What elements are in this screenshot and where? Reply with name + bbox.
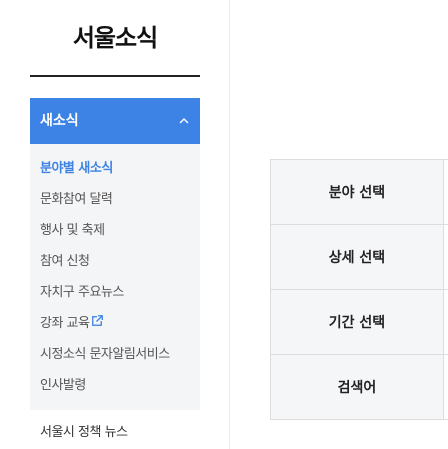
menu-header-label: 새소식 — [40, 113, 79, 129]
keyword-label: 검색어 — [270, 354, 444, 420]
external-link-icon — [92, 312, 104, 334]
submenu-item-district-news[interactable]: 자치구 주요뉴스 — [30, 282, 200, 313]
submenu-item-label: 행사 및 축제 — [40, 223, 105, 238]
detail-select-label: 상세 선택 — [270, 224, 444, 290]
period-select-label: 기간 선택 — [270, 289, 444, 355]
search-row-period: 기간 선택 — [270, 289, 448, 355]
search-form-table: 분야 선택 상세 선택 기간 선택 검색어 — [270, 159, 448, 420]
left-navigation: 서울소식 새소식 분야별 새소식 문화참여 달력 행사 및 축제 참여 신청 자… — [30, 0, 200, 449]
keyword-input-cell[interactable] — [443, 354, 448, 420]
page: 서울소식 새소식 분야별 새소식 문화참여 달력 행사 및 축제 참여 신청 자… — [0, 0, 448, 449]
submenu-item-label: 강좌 교육 — [40, 316, 90, 331]
submenu-item-label: 참여 신청 — [40, 254, 90, 269]
period-select-cell[interactable] — [443, 289, 448, 355]
menu-item-label: 서울시 정책 뉴스 — [40, 425, 128, 440]
search-row-field: 분야 선택 — [270, 159, 448, 225]
menu-item-policy-news[interactable]: 서울시 정책 뉴스 — [30, 410, 200, 449]
search-row-detail: 상세 선택 — [270, 224, 448, 290]
submenu-item-events-festivals[interactable]: 행사 및 축제 — [30, 220, 200, 251]
menu-header-news[interactable]: 새소식 — [30, 98, 200, 144]
submenu-item-participation[interactable]: 참여 신청 — [30, 251, 200, 282]
search-row-keyword: 검색어 — [270, 354, 448, 420]
submenu-item-label: 분야별 새소식 — [40, 161, 113, 176]
submenu-item-field-news[interactable]: 분야별 새소식 — [30, 158, 200, 189]
chevron-up-icon — [178, 98, 190, 144]
submenu-item-personnel[interactable]: 인사발령 — [30, 375, 200, 406]
submenu-item-culture-calendar[interactable]: 문화참여 달력 — [30, 189, 200, 220]
field-select-label: 분야 선택 — [270, 159, 444, 225]
submenu-item-label: 시정소식 문자알림서비스 — [40, 347, 170, 362]
submenu-item-label: 자치구 주요뉴스 — [40, 285, 124, 300]
title-divider — [30, 75, 200, 77]
submenu-item-courses[interactable]: 강좌 교육 — [30, 313, 200, 344]
field-select-cell[interactable] — [443, 159, 448, 225]
submenu-item-label: 인사발령 — [40, 378, 86, 393]
column-divider — [229, 0, 230, 449]
submenu-item-sms-service[interactable]: 시정소식 문자알림서비스 — [30, 344, 200, 375]
submenu-list: 분야별 새소식 문화참여 달력 행사 및 축제 참여 신청 자치구 주요뉴스 강… — [30, 144, 200, 410]
detail-select-cell[interactable] — [443, 224, 448, 290]
submenu-item-label: 문화참여 달력 — [40, 192, 113, 207]
section-title: 서울소식 — [72, 24, 158, 52]
